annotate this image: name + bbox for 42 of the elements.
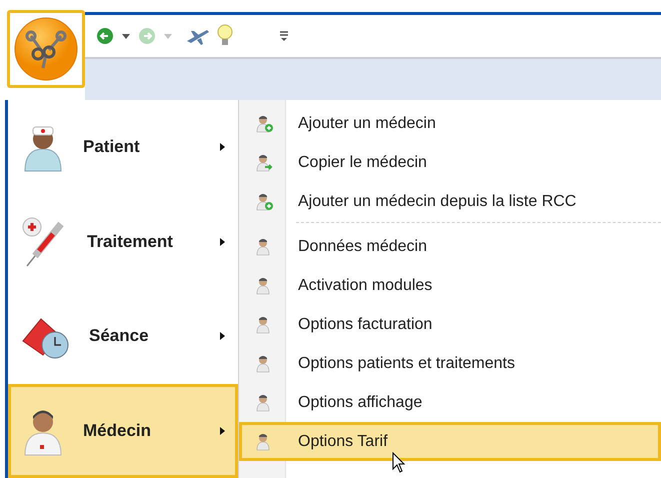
menu-label: Ajouter un médecin depuis la liste RCC (297, 192, 576, 210)
main-menu-item[interactable]: Médecin (8, 384, 238, 478)
menu-label: Traitement (87, 232, 174, 252)
customize-icon (279, 30, 289, 42)
submenu-item[interactable]: Données médecin (239, 227, 661, 266)
submenu-item[interactable]: Options facturation (239, 305, 661, 344)
submenu-item[interactable]: Options Tarif (239, 422, 661, 461)
submenu-arrow-icon (220, 143, 225, 152)
menu-label: Médecin (83, 420, 152, 441)
doctor-plus-icon (254, 114, 274, 134)
submenu-item[interactable]: Options affichage (239, 383, 661, 422)
application-menu-button[interactable] (7, 10, 85, 88)
back-button[interactable] (95, 26, 115, 46)
back-icon (95, 26, 115, 46)
lightbulb-icon (217, 24, 233, 48)
submenu-arrow-icon (220, 332, 225, 340)
menu-label: Activation modules (297, 276, 432, 294)
menu-label: Patient (83, 137, 141, 158)
submenu-item[interactable]: Activation modules (239, 266, 661, 305)
submenu-item[interactable]: Copier le médecin (239, 143, 661, 182)
caret-icon (121, 32, 131, 40)
menu-label: Options facturation (297, 316, 432, 334)
submenu-arrow-icon (220, 426, 225, 435)
dropdown-button[interactable] (121, 32, 131, 40)
menu-label: Options affichage (297, 394, 422, 412)
doctor-arrow-icon (254, 152, 274, 172)
menu-label: Options patients et traitements (297, 354, 515, 372)
submenu-arrow-icon (220, 238, 225, 246)
submenu-item[interactable]: Ajouter un médecin depuis la liste RCC (239, 182, 661, 221)
menu-label: Séance (89, 326, 150, 346)
mouse-pointer-icon (392, 452, 406, 474)
menu-label: Options Tarif (297, 432, 388, 450)
customize-button[interactable] (279, 30, 289, 42)
menu-label: Ajouter un médecin (297, 114, 436, 132)
submenu-item[interactable]: Ajouter un médecin (239, 104, 661, 143)
menu-label: Copier le médecin (297, 154, 427, 172)
bulb-button[interactable] (217, 24, 233, 48)
submenu-item[interactable]: Options patients et traitements (239, 344, 661, 383)
doctor-plus-icon (254, 192, 274, 212)
menu-label: Données médecin (297, 238, 427, 256)
caret-icon (163, 32, 173, 40)
forward-icon (137, 26, 157, 46)
